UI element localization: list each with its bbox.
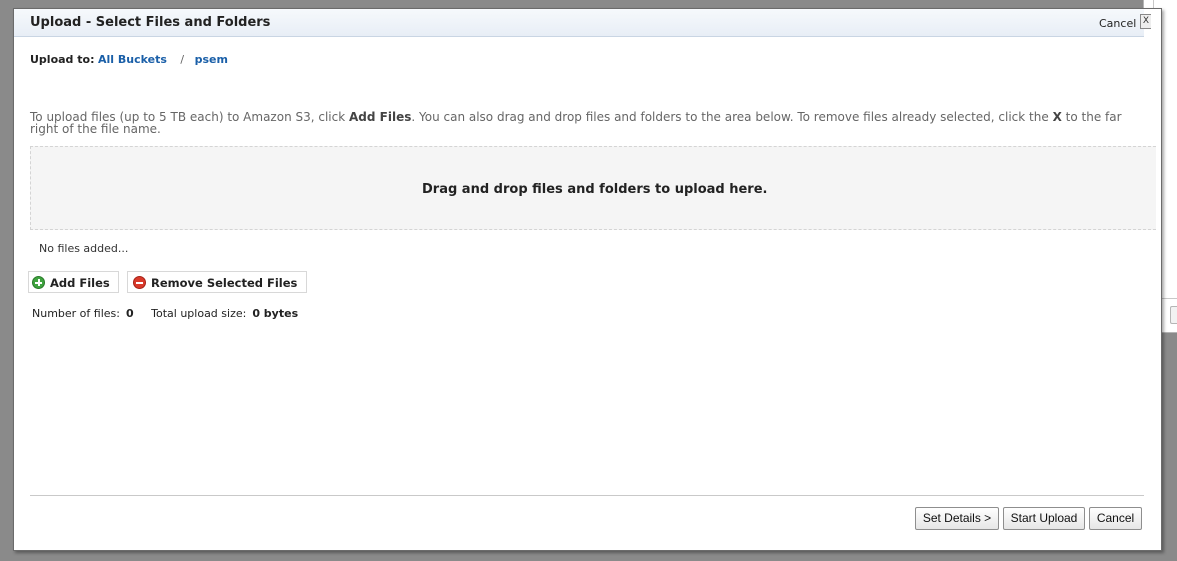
minus-circle-icon [133,276,146,289]
dialog-titlebar: Upload - Select Files and Folders Cancel… [14,9,1151,37]
instructions-add-files: Add Files [349,110,412,124]
instructions-x: X [1052,110,1062,124]
number-of-files-value: 0 [125,307,134,320]
footer-divider [30,495,1144,496]
close-icon[interactable]: X [1140,14,1151,29]
dialog-title: Upload - Select Files and Folders [30,15,271,30]
upload-to-label: Upload to: [30,53,95,66]
breadcrumb-bucket-psem[interactable]: psem [195,53,228,66]
background-window-button[interactable] [1170,306,1177,324]
breadcrumb-separator: / [180,53,185,66]
start-upload-button[interactable]: Start Upload [1003,507,1085,530]
total-upload-size-value: 0 bytes [252,307,299,320]
upload-to-breadcrumb: Upload to: All Buckets / psem [30,53,228,66]
set-details-button[interactable]: Set Details > [915,507,999,530]
upload-instructions: To upload files (up to 5 TB each) to Ama… [30,111,1140,135]
upload-stats: Number of files: 0 Total upload size: 0 by… [32,307,298,320]
number-of-files-label: Number of files: [32,307,120,320]
cancel-button[interactable]: Cancel [1089,507,1142,530]
upload-dialog: Upload - Select Files and Folders Cancel… [13,8,1162,551]
remove-selected-files-button[interactable]: Remove Selected Files [127,271,307,293]
file-list-empty-text: No files added... [39,242,129,255]
instructions-part2: . You can also drag and drop files and f… [411,110,1053,124]
plus-circle-icon [32,276,45,289]
titlebar-cancel-link[interactable]: Cancel [1099,17,1136,30]
drop-zone[interactable]: Drag and drop files and folders to uploa… [30,146,1156,230]
drop-zone-text: Drag and drop files and folders to uploa… [422,182,768,197]
remove-selected-files-label: Remove Selected Files [151,276,298,290]
add-files-button[interactable]: Add Files [28,271,119,293]
add-files-label: Add Files [50,276,110,290]
breadcrumb-all-buckets[interactable]: All Buckets [98,53,167,66]
total-upload-size-label: Total upload size: [151,307,247,320]
